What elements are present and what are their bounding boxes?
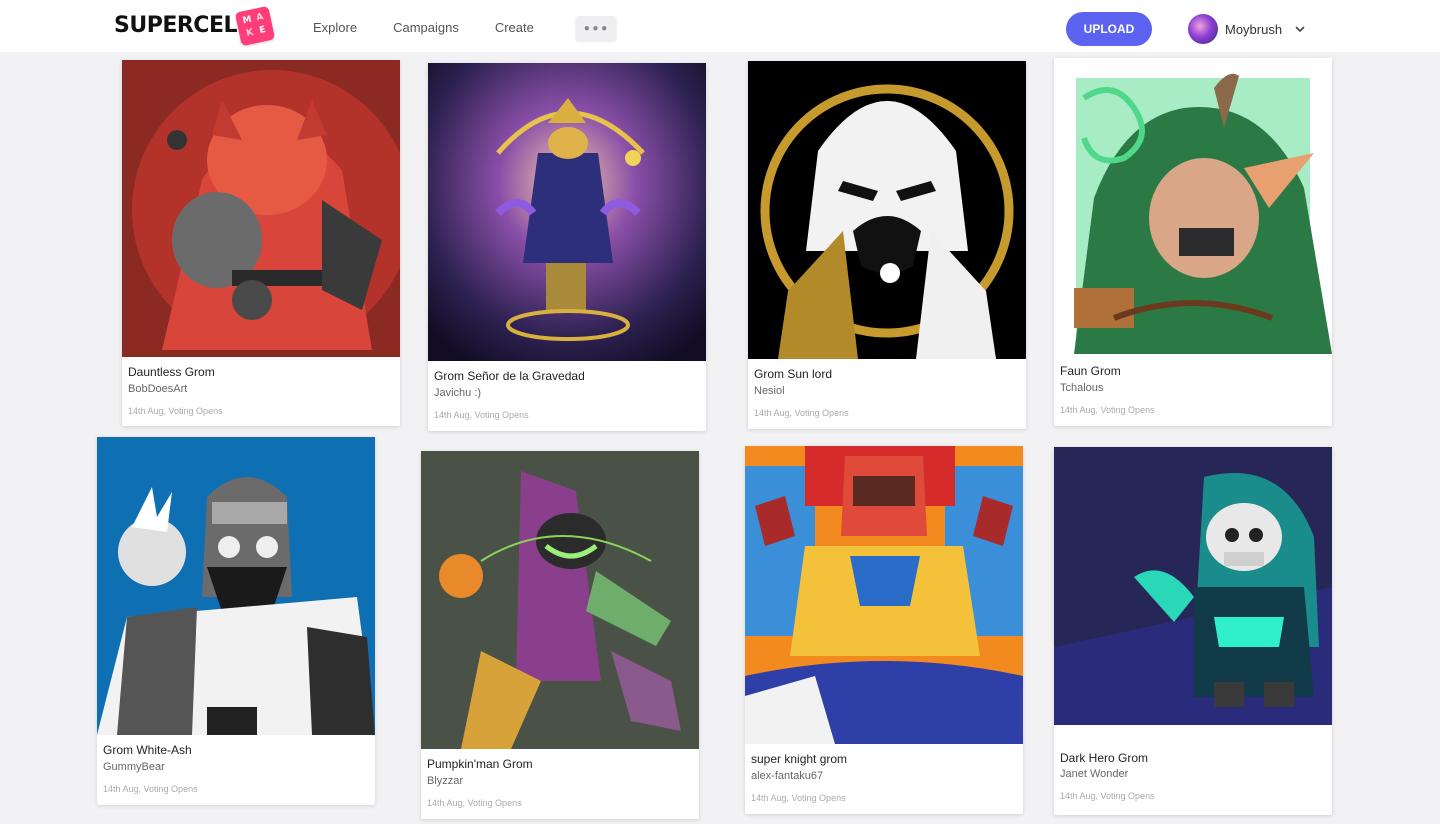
card-status: 14th Aug, Voting Opens bbox=[128, 406, 223, 416]
logo-text: SUPERCELL bbox=[114, 13, 251, 38]
more-menu-button[interactable]: ••• bbox=[575, 16, 617, 42]
artwork-image bbox=[745, 446, 1023, 744]
card-title[interactable]: Faun Grom bbox=[1060, 364, 1121, 378]
chevron-down-icon bbox=[1295, 26, 1305, 33]
artwork-image bbox=[122, 60, 400, 357]
card-status: 14th Aug, Voting Opens bbox=[1060, 405, 1155, 415]
top-bar: SUPERCELL M A K E Explore Campaigns Crea… bbox=[0, 0, 1440, 52]
artwork-card[interactable]: Faun Grom Tchalous 14th Aug, Voting Open… bbox=[1054, 58, 1332, 426]
make-badge-icon: M A K E bbox=[234, 5, 276, 47]
card-title[interactable]: Pumpkin'man Grom bbox=[427, 757, 533, 771]
card-title[interactable]: Dauntless Grom bbox=[128, 365, 215, 379]
artwork-image bbox=[1054, 447, 1332, 725]
upload-button[interactable]: UPLOAD bbox=[1066, 12, 1152, 46]
card-author[interactable]: Blyzzar bbox=[427, 775, 463, 787]
badge-letter: E bbox=[258, 24, 267, 37]
card-title[interactable]: super knight grom bbox=[751, 752, 847, 766]
artwork-image bbox=[428, 63, 706, 361]
artwork-card[interactable]: Grom White-Ash GummyBear 14th Aug, Votin… bbox=[97, 437, 375, 805]
card-status: 14th Aug, Voting Opens bbox=[754, 408, 849, 418]
card-author[interactable]: BobDoesArt bbox=[128, 383, 187, 395]
card-author[interactable]: Javichu :) bbox=[434, 387, 481, 399]
user-menu[interactable]: Moybrush bbox=[1188, 14, 1306, 44]
artwork-card[interactable]: Grom Señor de la Gravedad Javichu :) 14t… bbox=[428, 63, 706, 431]
card-title[interactable]: Grom White-Ash bbox=[103, 743, 192, 757]
artwork-image bbox=[1054, 58, 1332, 354]
card-author[interactable]: Tchalous bbox=[1060, 382, 1103, 394]
main-nav: Explore Campaigns Create bbox=[313, 20, 570, 35]
card-author[interactable]: Nesiol bbox=[754, 385, 785, 397]
artwork-image bbox=[421, 451, 699, 749]
avatar bbox=[1188, 14, 1218, 44]
card-author[interactable]: GummyBear bbox=[103, 761, 165, 773]
card-title[interactable]: Grom Sun lord bbox=[754, 367, 832, 381]
card-status: 14th Aug, Voting Opens bbox=[103, 784, 198, 794]
card-status: 14th Aug, Voting Opens bbox=[427, 798, 522, 808]
card-status: 14th Aug, Voting Opens bbox=[434, 410, 529, 420]
nav-campaigns[interactable]: Campaigns bbox=[393, 20, 459, 35]
card-title[interactable]: Dark Hero Grom bbox=[1060, 751, 1148, 765]
card-author[interactable]: Janet Wonder bbox=[1060, 768, 1128, 780]
username: Moybrush bbox=[1225, 21, 1283, 37]
artwork-card[interactable]: super knight grom alex-fantaku67 14th Au… bbox=[745, 446, 1023, 814]
card-title[interactable]: Grom Señor de la Gravedad bbox=[434, 369, 585, 383]
card-status: 14th Aug, Voting Opens bbox=[751, 793, 846, 803]
artwork-card[interactable]: Dark Hero Grom Janet Wonder 14th Aug, Vo… bbox=[1054, 447, 1332, 815]
card-author[interactable]: alex-fantaku67 bbox=[751, 770, 823, 782]
artwork-card[interactable]: Pumpkin'man Grom Blyzzar 14th Aug, Votin… bbox=[421, 451, 699, 819]
artwork-image bbox=[97, 437, 375, 735]
supercell-make-logo[interactable]: SUPERCELL M A K E bbox=[114, 5, 276, 47]
card-status: 14th Aug, Voting Opens bbox=[1060, 791, 1155, 801]
artwork-image bbox=[748, 61, 1026, 359]
nav-create[interactable]: Create bbox=[495, 20, 534, 35]
nav-explore[interactable]: Explore bbox=[313, 20, 357, 35]
artwork-card[interactable]: Dauntless Grom BobDoesArt 14th Aug, Voti… bbox=[122, 60, 400, 426]
artwork-card[interactable]: Grom Sun lord Nesiol 14th Aug, Voting Op… bbox=[748, 61, 1026, 429]
